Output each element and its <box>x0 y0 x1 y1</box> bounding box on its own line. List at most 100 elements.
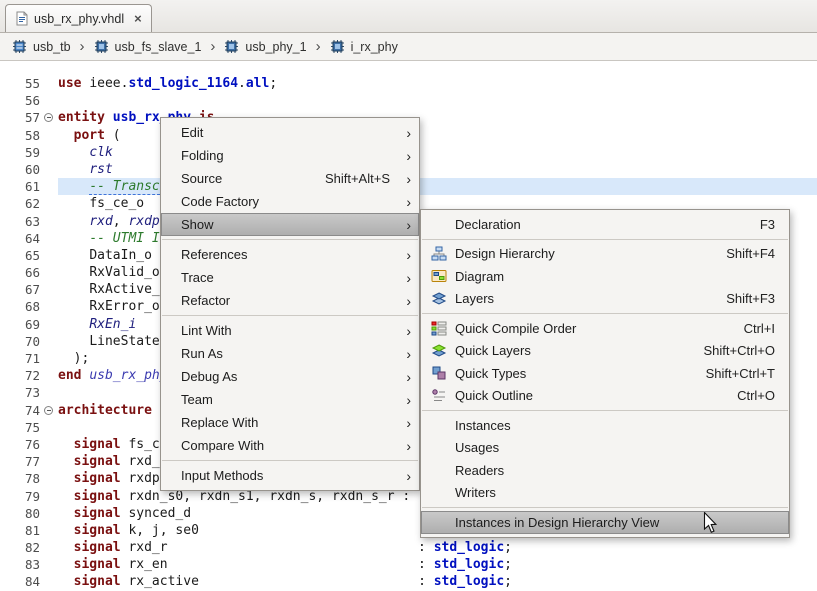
line-number: 72 <box>0 367 42 384</box>
code-token: architecture <box>58 403 160 418</box>
menu-item-compare-with[interactable]: Compare With› <box>161 434 419 457</box>
code-token: LineState <box>89 334 159 349</box>
gutter-line: 78 <box>0 470 58 487</box>
menu-item-label: References <box>181 247 247 262</box>
show-submenu: DeclarationF3 Design HierarchyShift+F4Dia… <box>420 209 790 538</box>
line-number: 74 <box>0 402 42 419</box>
code-token <box>58 248 89 263</box>
menu-item-input-methods[interactable]: Input Methods› <box>161 464 419 487</box>
menu-item-refactor[interactable]: Refactor› <box>161 289 419 312</box>
gutter-line: 67 <box>0 281 58 298</box>
breadcrumb-item-usb-tb[interactable]: usb_tb <box>9 37 74 56</box>
menu-item-label: Quick Outline <box>455 388 533 403</box>
quick-outline-icon <box>431 388 447 404</box>
menu-item-trace[interactable]: Trace› <box>161 266 419 289</box>
line-number: 70 <box>0 333 42 350</box>
menu-item-label: Design Hierarchy <box>455 246 555 261</box>
menu-separator <box>422 507 788 508</box>
gutter-line: 82 <box>0 539 58 556</box>
submenu-arrow-icon: › <box>398 347 411 361</box>
code-line-84[interactable]: signal rx_active : std_logic; <box>58 573 817 590</box>
menu-item-source[interactable]: SourceShift+Alt+S› <box>161 167 419 190</box>
breadcrumb-arrow-icon: › <box>316 39 321 54</box>
code-line-55[interactable]: use ieee.std_logic_1164.all; <box>58 75 817 92</box>
code-line-56[interactable] <box>58 92 817 109</box>
code-token: RxEn_i <box>89 317 136 332</box>
menu-item-shortcut: Ctrl+I <box>726 321 775 336</box>
submenu-arrow-icon: › <box>398 370 411 384</box>
code-line-82[interactable]: signal rxd_r : std_logic; <box>58 539 817 556</box>
menu-item-folding[interactable]: Folding› <box>161 144 419 167</box>
menu-item-quick-layers[interactable]: Quick LayersShift+Ctrl+O <box>421 340 789 363</box>
code-token: . <box>238 76 246 91</box>
breadcrumb-item-usb-fs-slave-1[interactable]: usb_fs_slave_1 <box>91 37 205 56</box>
code-token: : <box>418 540 434 555</box>
menu-item-design-hierarchy[interactable]: Design HierarchyShift+F4 <box>421 243 789 266</box>
context-menu: Edit›Folding›SourceShift+Alt+S›Code Fact… <box>160 117 420 491</box>
code-token: signal <box>74 506 121 521</box>
menu-item-usages[interactable]: Usages <box>421 437 789 460</box>
menu-item-diagram[interactable]: Diagram <box>421 265 789 288</box>
gutter-line: 75 <box>0 419 58 436</box>
submenu-arrow-icon: › <box>398 393 411 407</box>
vhdl-file-icon <box>15 11 29 26</box>
line-number: 55 <box>0 75 42 92</box>
menu-item-code-factory[interactable]: Code Factory › <box>161 190 419 213</box>
submenu-arrow-icon: › <box>398 195 411 209</box>
submenu-arrow-icon: › <box>398 294 411 308</box>
code-token: rxdp <box>128 214 159 229</box>
menu-item-lint-with[interactable]: Lint With› <box>161 319 419 342</box>
breadcrumb-label: usb_fs_slave_1 <box>115 40 202 54</box>
menu-item-team[interactable]: Team › <box>161 388 419 411</box>
menu-item-readers[interactable]: Readers <box>421 459 789 482</box>
code-token: DataIn_o <box>89 248 152 263</box>
menu-item-replace-with[interactable]: Replace With› <box>161 411 419 434</box>
code-token: signal <box>74 489 121 504</box>
menu-item-writers[interactable]: Writers <box>421 482 789 505</box>
menu-item-debug-as[interactable]: Debug As› <box>161 365 419 388</box>
gutter-line: 69 <box>0 316 58 333</box>
menu-item-run-as[interactable]: Run As› <box>161 342 419 365</box>
menu-item-edit[interactable]: Edit› <box>161 121 419 144</box>
line-number: 63 <box>0 213 42 230</box>
gutter-line: 59 <box>0 144 58 161</box>
fold-collapse-icon[interactable] <box>44 113 53 122</box>
line-number: 62 <box>0 195 42 212</box>
menu-item-quick-outline[interactable]: Quick OutlineCtrl+O <box>421 385 789 408</box>
breadcrumb-item-usb-phy-1[interactable]: usb_phy_1 <box>221 37 309 56</box>
code-token: std_logic_1164 <box>128 76 238 91</box>
code-token: signal <box>74 437 121 452</box>
code-token: signal <box>74 557 121 572</box>
menu-item-label: Folding <box>181 148 224 163</box>
line-number: 68 <box>0 298 42 315</box>
line-number: 61 <box>0 178 42 195</box>
code-token: signal <box>74 523 121 538</box>
submenu-arrow-icon: › <box>398 439 411 453</box>
code-token: std_logic <box>434 574 504 589</box>
gutter-line: 57 <box>0 109 58 126</box>
menu-item-instances[interactable]: Instances <box>421 414 789 437</box>
line-number: 76 <box>0 436 42 453</box>
menu-separator <box>162 315 418 316</box>
menu-item-show[interactable]: Show› <box>161 213 419 236</box>
tab-close-icon[interactable]: × <box>134 12 142 25</box>
menu-item-label: Team <box>181 392 213 407</box>
fold-collapse-icon[interactable] <box>44 406 53 415</box>
menu-item-label: Code Factory <box>181 194 259 209</box>
line-number: 66 <box>0 264 42 281</box>
menu-item-declaration[interactable]: DeclarationF3 <box>421 213 789 236</box>
editor-tab-usb-rx-phy[interactable]: usb_rx_phy.vhdl × <box>5 4 152 32</box>
code-token <box>58 454 74 469</box>
menu-item-quick-compile-order[interactable]: Quick Compile OrderCtrl+I <box>421 317 789 340</box>
menu-item-instances-in-design-hierarchy-view[interactable]: Instances in Design Hierarchy View <box>421 511 789 534</box>
menu-item-layers[interactable]: LayersShift+F3 <box>421 288 789 311</box>
code-line-83[interactable]: signal rx_en : std_logic; <box>58 556 817 573</box>
breadcrumb-item-i-rx-phy[interactable]: i_rx_phy <box>327 37 401 56</box>
gutter-line: 70 <box>0 333 58 350</box>
menu-separator <box>162 239 418 240</box>
menu-item-label: Quick Layers <box>455 343 531 358</box>
menu-item-references[interactable]: References› <box>161 243 419 266</box>
line-number: 64 <box>0 230 42 247</box>
code-token: -- Transc <box>89 179 159 195</box>
menu-item-quick-types[interactable]: Quick TypesShift+Ctrl+T <box>421 362 789 385</box>
